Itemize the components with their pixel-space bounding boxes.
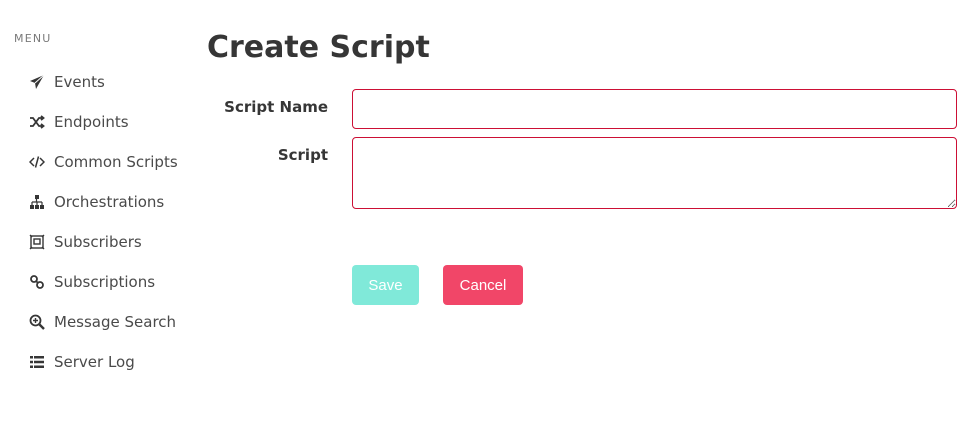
sidebar-item-orchestrations[interactable]: Orchestrations: [28, 182, 178, 222]
cancel-button[interactable]: Cancel: [443, 265, 523, 305]
save-button[interactable]: Save: [352, 265, 419, 305]
sitemap-icon: [28, 193, 46, 211]
sidebar-item-events[interactable]: Events: [28, 62, 178, 102]
sidebar-item-label: Message Search: [54, 313, 177, 331]
script-label: Script: [277, 146, 328, 164]
code-icon: [28, 153, 46, 171]
sidebar-item-common-scripts[interactable]: Common Scripts: [28, 142, 178, 182]
sidebar-item-label: Subscribers: [54, 233, 142, 251]
link-icon: [28, 273, 46, 291]
sidebar-item-subscribers[interactable]: Subscribers: [28, 222, 178, 262]
search-plus-icon: [28, 313, 46, 331]
script-name-input[interactable]: [352, 89, 957, 129]
sidebar-item-label: Events: [54, 73, 105, 91]
sidebar-item-label: Orchestrations: [54, 193, 165, 211]
list-icon: [28, 353, 46, 371]
sidebar-item-subscriptions[interactable]: Subscriptions: [28, 262, 178, 302]
sidebar-item-label: Endpoints: [54, 113, 129, 131]
sidebar-item-message-search[interactable]: Message Search: [28, 302, 178, 342]
script-textarea[interactable]: [352, 137, 957, 209]
sidebar: MENU Events Endpoints Common Scripts Orc…: [0, 0, 200, 431]
script-name-label: Script Name: [224, 98, 328, 116]
sidebar-item-server-log[interactable]: Server Log: [28, 342, 178, 382]
menu-label: MENU: [14, 32, 52, 45]
page-title: Create Script: [207, 30, 430, 65]
sidebar-item-label: Common Scripts: [54, 153, 178, 171]
shuffle-icon: [28, 113, 46, 131]
subscribers-icon: [28, 233, 46, 251]
paper-plane-icon: [28, 73, 46, 91]
sidebar-item-label: Subscriptions: [54, 273, 156, 291]
sidebar-item-endpoints[interactable]: Endpoints: [28, 102, 178, 142]
sidebar-item-label: Server Log: [54, 353, 135, 371]
menu-list: Events Endpoints Common Scripts Orchestr…: [28, 62, 178, 382]
main-content: Create Script Script Name Script Save Ca…: [207, 0, 968, 431]
